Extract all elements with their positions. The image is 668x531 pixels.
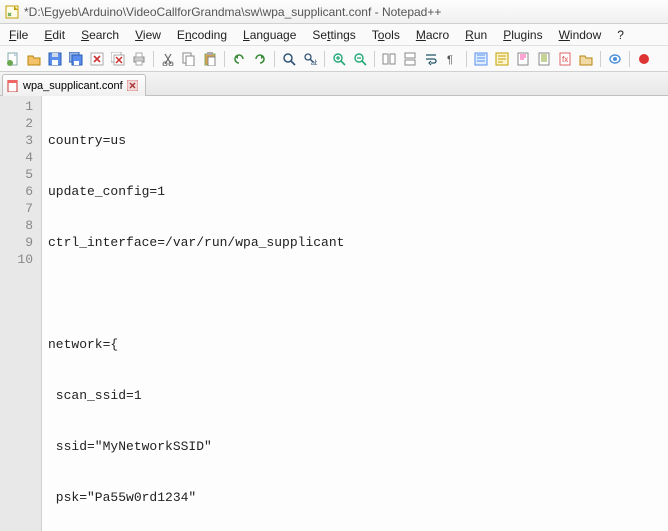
save-all-icon[interactable] (67, 50, 85, 68)
code-line: country=us (48, 132, 668, 149)
title-bar: *D:\Egyeb\Arduino\VideoCallforGrandma\sw… (0, 0, 668, 24)
line-number-gutter: 1 2 3 4 5 6 7 8 9 10 (0, 96, 42, 531)
print-icon[interactable] (130, 50, 148, 68)
line-number: 9 (0, 234, 33, 251)
toolbar-sep (600, 51, 601, 67)
folder-workspace-icon[interactable] (577, 50, 595, 68)
code-line: ssid="MyNetworkSSID" (48, 438, 668, 455)
line-number: 1 (0, 98, 33, 115)
tab-wpa-supplicant[interactable]: wpa_supplicant.conf (2, 74, 146, 96)
zoom-out-icon[interactable] (351, 50, 369, 68)
wrap-icon[interactable] (422, 50, 440, 68)
menu-view[interactable]: View (128, 26, 168, 44)
paste-icon[interactable] (201, 50, 219, 68)
doc-list-icon[interactable] (535, 50, 553, 68)
line-number: 6 (0, 183, 33, 200)
copy-icon[interactable] (180, 50, 198, 68)
line-number: 10 (0, 251, 33, 268)
open-file-icon[interactable] (25, 50, 43, 68)
menu-file-label: ile (16, 28, 28, 42)
indent-guide-icon[interactable] (472, 50, 490, 68)
undo-icon[interactable] (230, 50, 248, 68)
line-number: 3 (0, 132, 33, 149)
svg-text:¶: ¶ (447, 54, 453, 66)
sync-h-icon[interactable] (401, 50, 419, 68)
show-all-chars-icon[interactable]: ¶ (443, 50, 461, 68)
find-icon[interactable] (280, 50, 298, 68)
udl-icon[interactable] (493, 50, 511, 68)
toolbar: ab ¶ fx (0, 46, 668, 72)
file-modified-icon (7, 80, 19, 92)
line-number: 5 (0, 166, 33, 183)
line-number: 8 (0, 217, 33, 234)
code-area[interactable]: country=us update_config=1 ctrl_interfac… (42, 96, 668, 531)
sync-v-icon[interactable] (380, 50, 398, 68)
close-all-icon[interactable] (109, 50, 127, 68)
menu-bar: File Edit Search View Encoding Language … (0, 24, 668, 46)
tab-bar: wpa_supplicant.conf (0, 72, 668, 96)
menu-run[interactable]: Run (458, 26, 494, 44)
line-number: 4 (0, 149, 33, 166)
menu-search[interactable]: Search (74, 26, 126, 44)
menu-settings[interactable]: Settings (305, 26, 362, 44)
menu-plugins[interactable]: Plugins (496, 26, 549, 44)
tab-close-icon[interactable] (127, 80, 139, 92)
toolbar-sep (374, 51, 375, 67)
save-icon[interactable] (46, 50, 64, 68)
code-line: network={ (48, 336, 668, 353)
code-line: ctrl_interface=/var/run/wpa_supplicant (48, 234, 668, 251)
cut-icon[interactable] (159, 50, 177, 68)
line-number: 7 (0, 200, 33, 217)
doc-map-icon[interactable] (514, 50, 532, 68)
function-list-icon[interactable]: fx (556, 50, 574, 68)
app-icon (4, 4, 20, 20)
menu-help[interactable]: ? (610, 26, 631, 44)
record-macro-icon[interactable] (635, 50, 653, 68)
line-number: 2 (0, 115, 33, 132)
monitor-icon[interactable] (606, 50, 624, 68)
menu-edit[interactable]: Edit (37, 26, 72, 44)
code-line: update_config=1 (48, 183, 668, 200)
new-file-icon[interactable] (4, 50, 22, 68)
svg-text:ab: ab (311, 60, 317, 66)
tab-label: wpa_supplicant.conf (23, 80, 123, 92)
menu-file[interactable]: File (2, 26, 35, 44)
code-line (48, 285, 668, 302)
code-line: psk="Pa55w0rd1234" (48, 489, 668, 506)
toolbar-sep (629, 51, 630, 67)
toolbar-sep (224, 51, 225, 67)
zoom-in-icon[interactable] (330, 50, 348, 68)
window-title: *D:\Egyeb\Arduino\VideoCallforGrandma\sw… (24, 5, 441, 19)
toolbar-sep (324, 51, 325, 67)
toolbar-sep (274, 51, 275, 67)
replace-icon[interactable]: ab (301, 50, 319, 68)
toolbar-sep (153, 51, 154, 67)
code-line: scan_ssid=1 (48, 387, 668, 404)
redo-icon[interactable] (251, 50, 269, 68)
close-file-icon[interactable] (88, 50, 106, 68)
toolbar-sep (466, 51, 467, 67)
editor-area: 1 2 3 4 5 6 7 8 9 10 country=us update_c… (0, 96, 668, 531)
menu-encoding[interactable]: Encoding (170, 26, 234, 44)
svg-text:fx: fx (562, 55, 568, 64)
menu-window[interactable]: Window (552, 26, 609, 44)
menu-language[interactable]: Language (236, 26, 303, 44)
menu-macro[interactable]: Macro (409, 26, 456, 44)
menu-tools[interactable]: Tools (365, 26, 407, 44)
